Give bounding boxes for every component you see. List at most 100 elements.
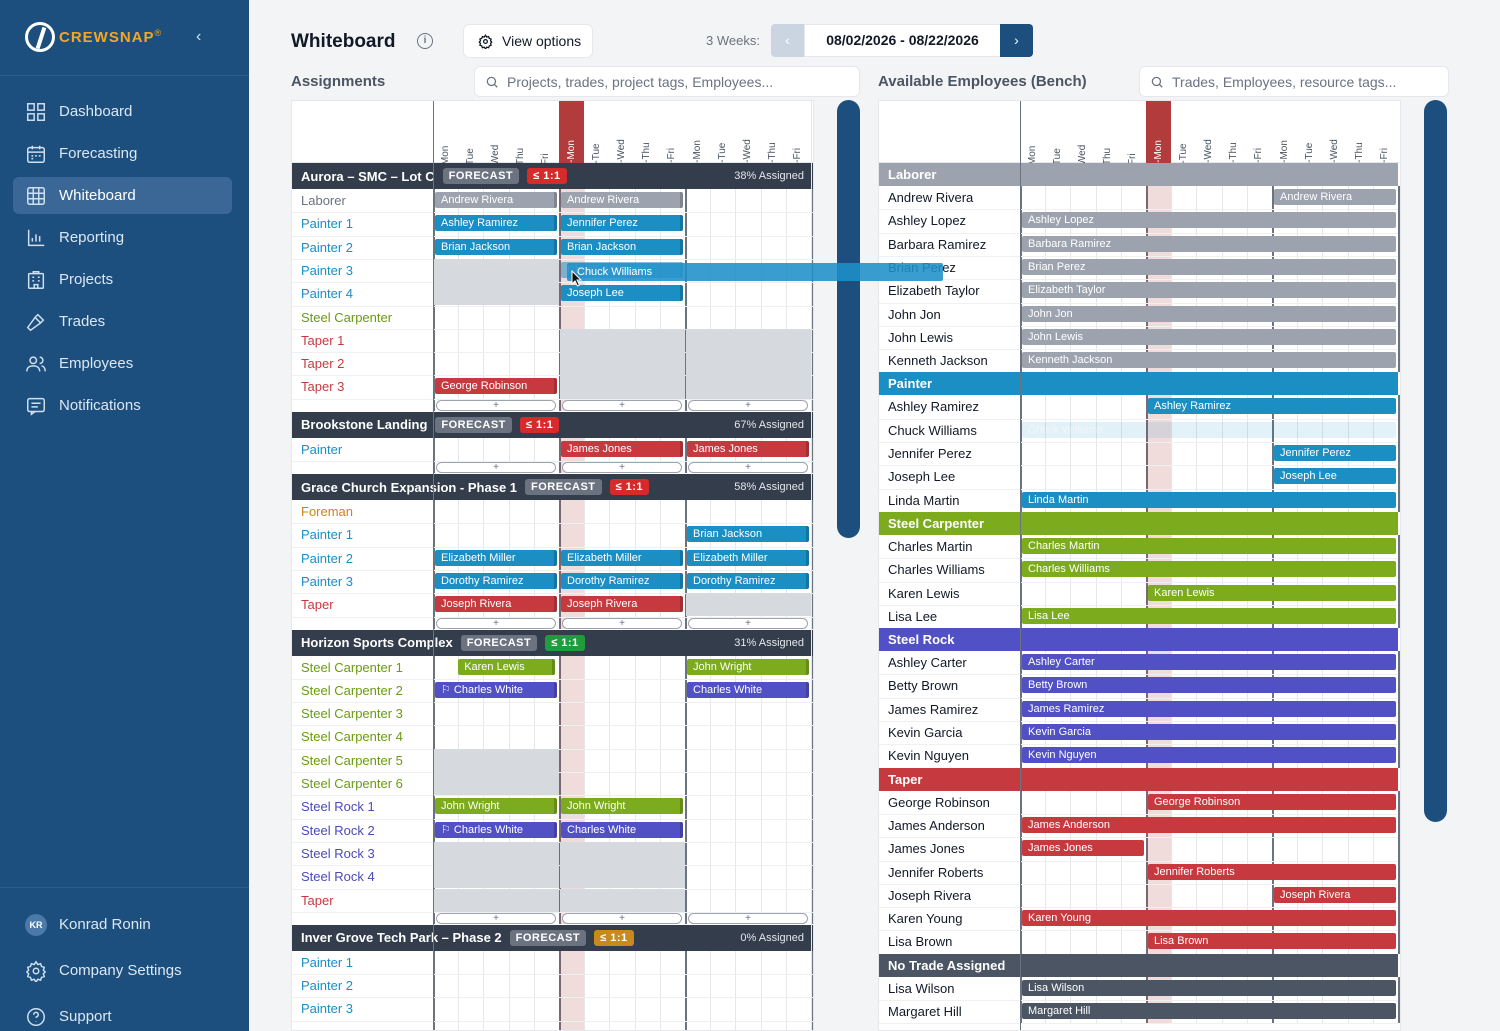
support-link[interactable]: Support (13, 998, 232, 1031)
bench-employee-name[interactable]: Charles Williams (888, 562, 985, 577)
availability-bar[interactable]: Betty Brown (1022, 677, 1396, 694)
bench-employee-name[interactable]: Lisa Lee (888, 609, 937, 624)
trade-group-header[interactable]: Steel Carpenter (879, 511, 1398, 535)
trade-slot-label[interactable]: Painter 2 (301, 240, 353, 255)
availability-bar[interactable]: Ashley Ramirez (1148, 398, 1396, 415)
trade-slot-label[interactable]: Painter (301, 442, 342, 457)
nav-item-dashboard[interactable]: Dashboard (13, 93, 232, 130)
assignments-search[interactable] (474, 66, 860, 97)
date-range[interactable]: 08/02/2026 - 08/22/2026 (804, 24, 1001, 57)
assignment-bar[interactable]: John Wright (435, 798, 557, 815)
nav-item-notifications[interactable]: Notifications (13, 387, 232, 424)
trade-slot-label[interactable]: Painter 1 (301, 955, 353, 970)
assignment-bar[interactable]: Jennifer Perez (561, 215, 683, 232)
add-assignment-button[interactable]: + (436, 462, 556, 473)
bench-employee-name[interactable]: Elizabeth Taylor (888, 283, 980, 298)
trade-slot-label[interactable]: Steel Rock 3 (301, 846, 375, 861)
bench-employee-name[interactable]: Margaret Hill (888, 1004, 962, 1019)
bench-employee-name[interactable]: Jennifer Roberts (888, 865, 983, 880)
availability-bar[interactable]: Jennifer Roberts (1148, 863, 1396, 880)
assignment-bar[interactable]: John Wright (561, 798, 683, 815)
bench-employee-name[interactable]: Joseph Lee (888, 469, 955, 484)
add-assignment-button[interactable]: + (688, 399, 808, 411)
trade-slot-label[interactable]: Steel Carpenter 5 (301, 753, 403, 768)
add-assignment-button[interactable]: + (562, 462, 682, 473)
assignment-bar[interactable]: Karen Lewis (458, 658, 555, 675)
availability-bar[interactable]: Barbara Ramirez (1022, 235, 1396, 252)
bench-employee-name[interactable]: Betty Brown (888, 678, 958, 693)
assignment-bar[interactable]: Andrew Rivera (561, 192, 683, 208)
availability-bar[interactable]: Joseph Rivera (1274, 886, 1396, 903)
bench-employee-name[interactable]: Ashley Lopez (888, 213, 966, 228)
assignment-bar[interactable]: Dorothy Ramirez (561, 572, 683, 589)
availability-bar[interactable]: Charles Williams (1022, 561, 1396, 578)
project-header[interactable]: Brookstone Landing FORECAST ≤ 1:1 67% Assig… (292, 411, 813, 438)
assignment-bar[interactable]: ⚐ Charles White (435, 681, 557, 698)
availability-bar[interactable]: Kevin Garcia (1022, 724, 1396, 740)
add-assignment-button[interactable]: + (688, 462, 808, 473)
nav-item-projects[interactable]: Projects (13, 261, 232, 298)
availability-bar[interactable]: Andrew Rivera (1274, 189, 1396, 205)
assignment-bar[interactable]: Elizabeth Miller (687, 549, 809, 566)
bench-search-input[interactable] (1172, 73, 1441, 90)
add-assignment-button[interactable]: + (436, 617, 556, 629)
assignment-bar[interactable]: Joseph Lee (561, 285, 683, 302)
user-profile[interactable]: KR Konrad Ronin (13, 906, 232, 943)
bench-employee-name[interactable]: George Robinson (888, 795, 990, 810)
assignment-bar[interactable]: Brian Jackson (435, 238, 557, 255)
bench-employee-name[interactable]: Ashley Ramirez (888, 399, 979, 414)
bench-employee-name[interactable]: Joseph Rivera (888, 888, 971, 903)
assignment-bar[interactable]: Dorothy Ramirez (687, 572, 809, 589)
bench-employee-name[interactable]: James Ramirez (888, 702, 978, 717)
availability-bar[interactable]: Kenneth Jackson (1022, 352, 1396, 369)
drag-preview[interactable]: Chuck Williams (567, 263, 943, 281)
trade-slot-label[interactable]: Steel Carpenter 4 (301, 729, 403, 744)
assignment-bar[interactable]: Elizabeth Miller (435, 549, 557, 566)
brand-logo[interactable]: CREWSNAP ® (25, 22, 161, 52)
trade-slot-label[interactable]: Laborer (301, 193, 346, 208)
bench-employee-name[interactable]: Linda Martin (888, 493, 960, 508)
assignment-bar[interactable]: Dorothy Ramirez (435, 572, 557, 589)
add-assignment-button[interactable]: + (562, 617, 682, 629)
availability-bar[interactable]: Ashley Lopez (1022, 212, 1396, 229)
bench-employee-name[interactable]: Chuck Williams (888, 423, 977, 438)
availability-bar[interactable]: Linda Martin (1022, 491, 1396, 508)
assignment-bar[interactable]: Brian Jackson (561, 238, 683, 255)
availability-bar[interactable]: Karen Young (1022, 910, 1396, 927)
availability-bar[interactable]: Charles Martin (1022, 537, 1396, 554)
company-settings-link[interactable]: Company Settings (13, 952, 232, 989)
availability-bar[interactable]: James Ramirez (1022, 700, 1396, 717)
assignment-bar[interactable]: Brian Jackson (687, 526, 809, 543)
availability-bar[interactable]: John Lewis (1022, 328, 1396, 345)
next-range-button[interactable]: › (1000, 24, 1033, 57)
bench-employee-name[interactable]: Kevin Nguyen (888, 748, 969, 763)
bench-employee-name[interactable]: Karen Young (888, 911, 962, 926)
availability-bar[interactable]: James Jones (1022, 840, 1144, 857)
trade-group-header[interactable]: Painter (879, 372, 1398, 396)
availability-bar[interactable]: Lisa Wilson (1022, 979, 1396, 996)
trade-slot-label[interactable]: Painter 3 (301, 574, 353, 589)
trade-slot-label[interactable]: Steel Rock 4 (301, 869, 375, 884)
trade-slot-label[interactable]: Steel Carpenter (301, 310, 392, 325)
trade-slot-label[interactable]: Painter 3 (301, 263, 353, 278)
availability-bar[interactable]: Chuck Williams (1022, 421, 1396, 438)
trade-group-header[interactable]: Taper (879, 767, 1398, 791)
nav-item-forecasting[interactable]: Forecasting (13, 135, 232, 172)
trade-slot-label[interactable]: Painter 3 (301, 1001, 353, 1016)
trade-group-header[interactable]: Steel Rock (879, 628, 1398, 652)
trade-slot-label[interactable]: Painter 2 (301, 978, 353, 993)
add-assignment-button[interactable]: + (688, 912, 808, 924)
bench-employee-name[interactable]: James Jones (888, 841, 965, 856)
availability-bar[interactable]: Lisa Lee (1022, 607, 1396, 624)
project-header[interactable]: Grace Church Expansion - Phase 1 FORECAST… (292, 474, 813, 500)
project-header[interactable]: Inver Grove Tech Park – Phase 2 FORECAST ≤… (292, 924, 813, 951)
trade-slot-label[interactable]: Painter 1 (301, 216, 353, 231)
nav-item-employees[interactable]: Employees (13, 345, 232, 382)
nav-item-reporting[interactable]: Reporting (13, 219, 232, 256)
add-assignment-button[interactable]: + (688, 617, 808, 629)
assignment-bar[interactable]: ⚐ Charles White (435, 821, 557, 838)
trade-slot-label[interactable]: Steel Carpenter 3 (301, 706, 403, 721)
availability-bar[interactable]: Jennifer Perez (1274, 445, 1396, 461)
bench-employee-name[interactable]: Jennifer Perez (888, 446, 972, 461)
trade-slot-label[interactable]: Taper (301, 893, 334, 908)
